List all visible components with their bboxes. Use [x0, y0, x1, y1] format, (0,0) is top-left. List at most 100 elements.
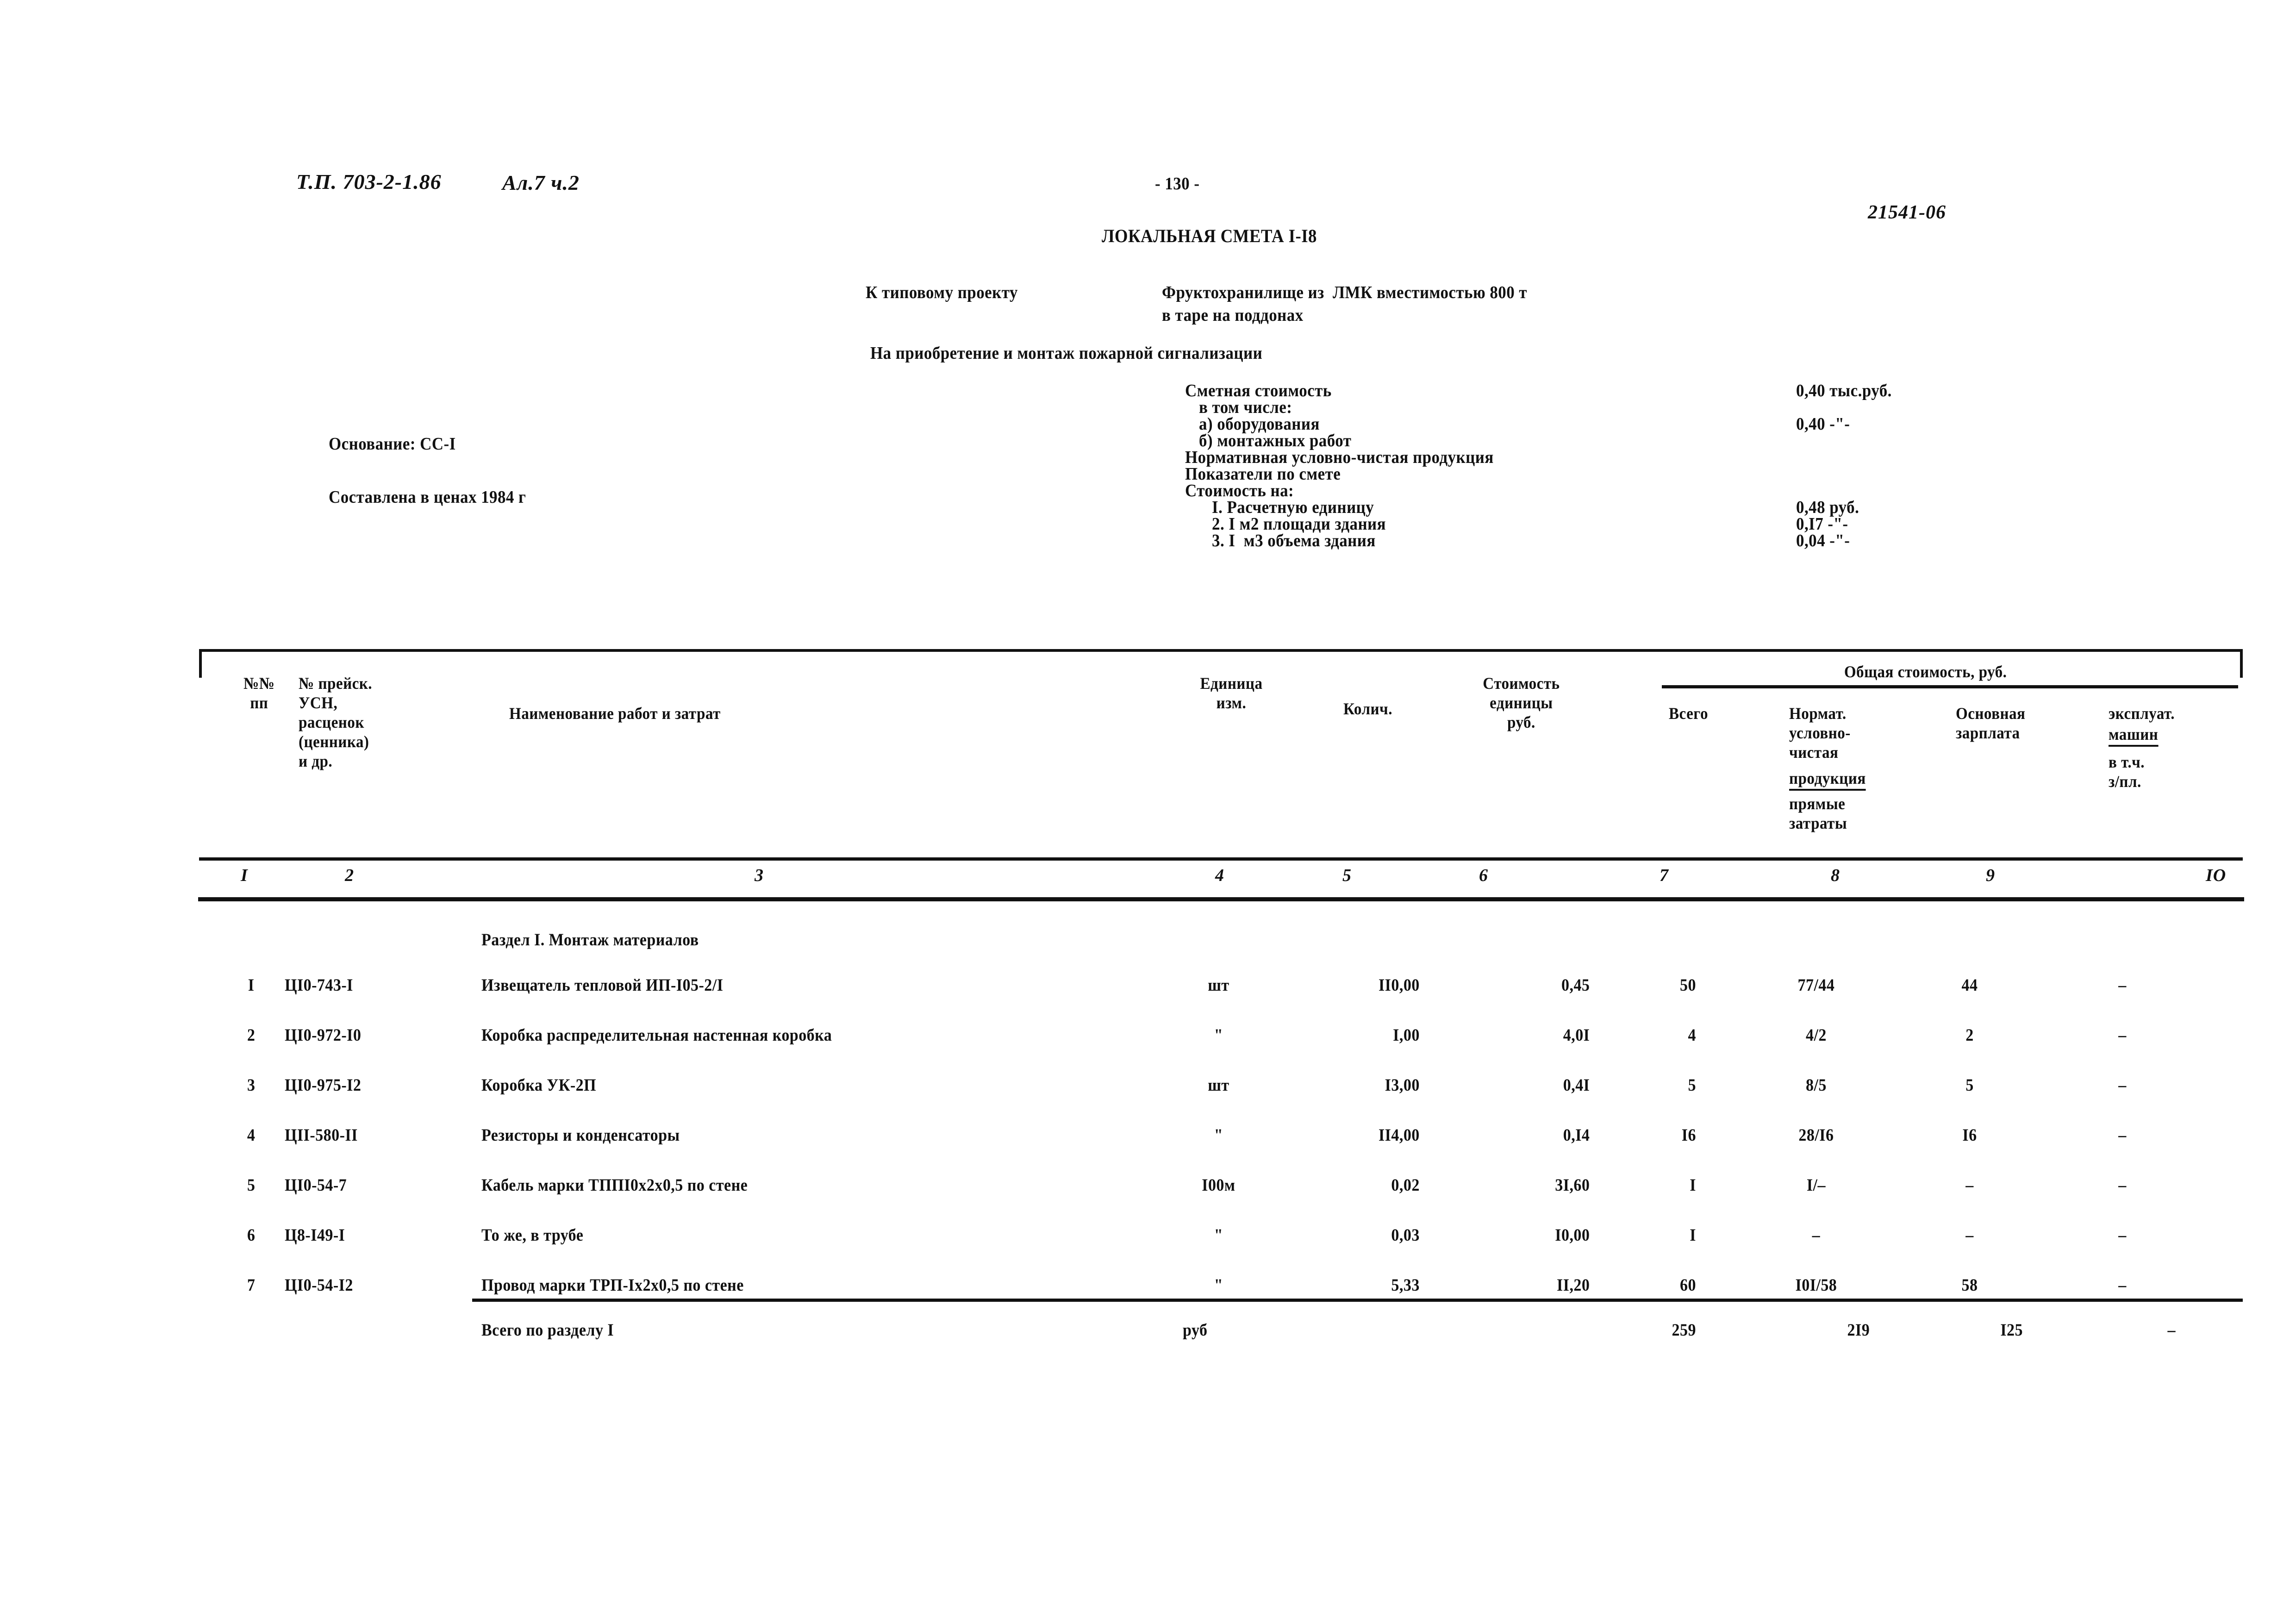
table-cell-num: 4 — [247, 1126, 256, 1145]
total-row-total: 259 — [1672, 1321, 1696, 1340]
table-cell-total: I6 — [1681, 1126, 1696, 1145]
table-cell-unit_cost: 0,I4 — [1563, 1126, 1590, 1145]
subject-value: Фруктохранилище из ЛМК вместимостью 800 … — [1162, 283, 1527, 302]
table-cell-total: I — [1690, 1176, 1696, 1195]
table-left-tick — [199, 649, 202, 678]
table-cell-salary: – — [1965, 1176, 1974, 1195]
cost-group-label: Общая стоимость, руб. — [1844, 662, 2007, 681]
col-header-2: № прейск. УСН, расценок (ценника) и др. — [299, 674, 373, 771]
table-cell-code: ЦI0-54-7 — [285, 1176, 347, 1195]
table-cell-machines: – — [2118, 1126, 2127, 1145]
column-number-6: 6 — [1479, 866, 1488, 885]
table-cell-name: Резисторы и конденсаторы — [481, 1126, 680, 1145]
table-cell-name: Коробка УК-2П — [481, 1076, 597, 1095]
column-numbers-rule — [198, 897, 2244, 901]
table-cell-unit_cost: 4,0I — [1563, 1026, 1590, 1045]
table-cell-code: ЦI0-975-I2 — [285, 1076, 362, 1095]
document-title: ЛОКАЛЬНАЯ СМЕТА I-I8 — [1102, 225, 1317, 246]
table-cell-unit: шт — [1208, 1076, 1229, 1095]
col-header-3: Наименование работ и затрат — [509, 704, 721, 723]
doc-code: 21541-06 — [1868, 202, 1946, 223]
purpose-line: На приобретение и монтаж пожарной сигнал… — [870, 344, 1263, 363]
table-cell-num: 2 — [247, 1026, 256, 1045]
table-cell-code: ЦI0-743-I — [285, 976, 353, 995]
summary-label-5: Нормативная условно-чистая продукция — [1185, 448, 1494, 467]
table-cell-num: 7 — [247, 1276, 256, 1295]
table-cell-nuchp: 8/5 — [1805, 1076, 1827, 1095]
table-cell-num: 5 — [247, 1176, 256, 1195]
table-cell-unit: " — [1214, 1026, 1223, 1045]
table-cell-nuchp: – — [1812, 1226, 1821, 1245]
table-right-tick — [2240, 649, 2243, 678]
table-cell-salary: 58 — [1961, 1276, 1978, 1295]
summary-label-2: в том числе: — [1199, 398, 1292, 417]
total-row-nuchp: 2I9 — [1847, 1321, 1870, 1340]
table-cell-total: 60 — [1680, 1276, 1696, 1295]
column-number-4: 4 — [1215, 866, 1224, 885]
summary-label-3: а) оборудования — [1199, 414, 1320, 434]
col-header-8-underlined: продукция — [1789, 768, 1866, 791]
section-title: Раздел I. Монтаж материалов — [481, 931, 699, 949]
summary-label-1: Сметная стоимость — [1185, 381, 1332, 400]
col-header-8-mid: продукция — [1789, 768, 1913, 791]
column-number-2: 2 — [345, 866, 354, 885]
summary-value-8: 0,48 руб. — [1796, 498, 1859, 517]
cost-group-underline — [1662, 685, 2238, 688]
table-cell-name: Коробка распределительная настенная коро… — [481, 1026, 832, 1045]
col-header-10-bottom: в т.ч. з/пл. — [2109, 753, 2145, 791]
summary-label-10: 3. I м3 объема здания — [1212, 531, 1376, 550]
table-cell-num: 3 — [247, 1076, 256, 1095]
col-header-4: Единица изм. — [1200, 674, 1263, 712]
table-cell-qty: 5,33 — [1391, 1276, 1420, 1295]
column-number-5: 5 — [1342, 866, 1352, 885]
column-number-8: 8 — [1831, 866, 1840, 885]
column-number-7: 7 — [1660, 866, 1669, 885]
basis-line: Основание: СС-I — [329, 434, 456, 454]
document-page: Т.П. 703-2-1.86 Ал.7 ч.2 - 130 - 21541-0… — [0, 0, 2296, 1624]
summary-value-10: 0,04 -"- — [1796, 531, 1850, 550]
table-cell-unit: " — [1214, 1226, 1223, 1245]
table-cell-name: Провод марки ТРП-Iх2х0,5 по стене — [481, 1276, 744, 1295]
summary-label-8: I. Расчетную единицу — [1212, 498, 1374, 517]
table-cell-machines: – — [2118, 1276, 2127, 1295]
table-cell-qty: I3,00 — [1385, 1076, 1420, 1095]
table-cell-unit_cost: 0,45 — [1561, 976, 1590, 995]
summary-value-9: 0,I7 -"- — [1796, 514, 1848, 534]
table-cell-code: ЦI0-972-I0 — [285, 1026, 362, 1045]
table-cell-salary: I6 — [1962, 1126, 1977, 1145]
summary-value-3: 0,40 -"- — [1796, 414, 1850, 434]
page-number: - 130 - — [1155, 174, 1200, 194]
table-cell-machines: – — [2118, 1226, 2127, 1245]
table-cell-qty: II0,00 — [1378, 976, 1420, 995]
total-row-unit: руб — [1183, 1321, 1208, 1340]
table-cell-name: Кабель марки ТППI0х2х0,5 по стене — [481, 1176, 748, 1195]
summary-label-9: 2. I м2 площади здания — [1212, 514, 1386, 534]
summary-label-4: б) монтажных работ — [1199, 431, 1352, 450]
table-cell-unit: шт — [1208, 976, 1229, 995]
table-cell-machines: – — [2118, 976, 2127, 995]
col-header-1: №№ пп — [243, 674, 275, 712]
table-cell-total: I — [1690, 1226, 1696, 1245]
column-number-1: I — [241, 866, 248, 885]
table-cell-num: 6 — [247, 1226, 256, 1245]
subject-value-line2: в таре на поддонах — [1162, 306, 1304, 325]
table-header-bottom-rule — [199, 857, 2243, 861]
table-cell-qty: 0,03 — [1391, 1226, 1420, 1245]
table-cell-total: 5 — [1688, 1076, 1696, 1095]
col-header-10-mid: машин — [2109, 725, 2185, 747]
table-cell-salary: – — [1965, 1226, 1974, 1245]
summary-value-1: 0,40 тыс.руб. — [1796, 381, 1892, 400]
table-cell-machines: – — [2118, 1026, 2127, 1045]
table-cell-machines: – — [2118, 1076, 2127, 1095]
table-cell-total: 50 — [1680, 976, 1696, 995]
col-header-7: Всего — [1669, 704, 1708, 723]
prices-line: Составлена в ценах 1984 г — [329, 487, 526, 507]
table-cell-name: То же, в трубе — [481, 1226, 584, 1245]
table-cell-qty: II4,00 — [1378, 1126, 1420, 1145]
col-header-8-top: Нормат. условно- чистая — [1789, 704, 1851, 762]
project-code: Т.П. 703-2-1.86 — [296, 170, 442, 194]
table-cell-code: ЦI0-54-I2 — [285, 1276, 353, 1295]
table-top-rule — [199, 649, 2243, 652]
table-cell-unit: " — [1214, 1276, 1223, 1295]
total-row-salary: I25 — [2000, 1321, 2023, 1340]
